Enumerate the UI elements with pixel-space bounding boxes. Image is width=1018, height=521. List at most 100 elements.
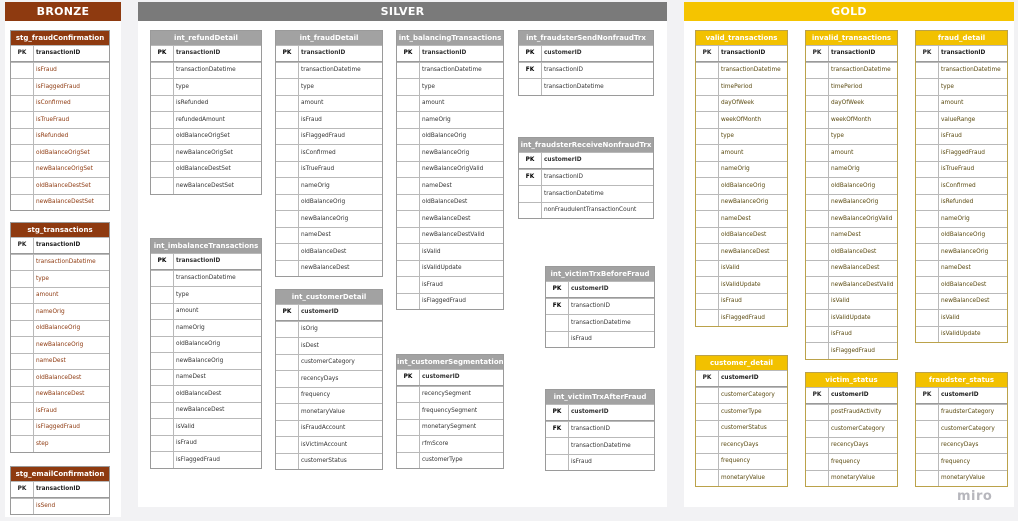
column-row: nameDest — [696, 210, 787, 227]
field-name: isOrig — [298, 321, 382, 337]
column-row: frequency — [696, 452, 787, 469]
column-row: oldBalanceDest — [397, 193, 503, 210]
field-name: amount — [718, 145, 787, 161]
column-row: isValid — [806, 292, 897, 309]
column-row: oldBalanceDest — [151, 385, 261, 402]
primary-key-row: PK transactionID — [276, 45, 382, 62]
column-row: nameDest — [397, 177, 503, 194]
field-name: weekOfMonth — [718, 112, 787, 128]
table-victim-status: victim_status PK customerID postFraudActivi… — [805, 372, 898, 487]
column-row: transactionDatetime — [696, 61, 787, 78]
column-row: recencySegment — [397, 385, 503, 402]
bronze-zone-title: BRONZE — [5, 2, 121, 21]
field-name: newBalanceOrigSet — [173, 145, 261, 161]
field-name: oldBalanceDest — [298, 244, 382, 260]
key-label: PK — [525, 157, 535, 164]
table-title: int_fraudsterSendNonfraudTrx — [519, 31, 653, 45]
field-name: transactionID — [173, 254, 261, 269]
field-name: postFraudActivity — [828, 404, 897, 420]
column-row: monetarySegment — [397, 418, 503, 435]
column-row: weekOfMonth — [696, 111, 787, 128]
field-name: monetaryValue — [298, 404, 382, 420]
column-row: type — [397, 78, 503, 95]
field-name: isValid — [718, 260, 787, 276]
column-row: monetaryValue — [806, 469, 897, 486]
field-name: isFlaggedFraud — [298, 128, 382, 144]
column-row: nameOrig — [151, 319, 261, 336]
field-name: isTrueFraud — [938, 161, 1007, 177]
table-int-customersegmentation: int_customerSegmentation PK customerID rece… — [396, 354, 504, 469]
field-name: isFraud — [828, 326, 897, 342]
field-name: isFlaggedFraud — [718, 310, 787, 326]
primary-key-row: PK customerID — [916, 387, 1007, 404]
field-name: customerID — [541, 46, 653, 61]
column-row: isFlaggedFraud — [397, 292, 503, 309]
field-name: nameDest — [173, 369, 261, 385]
column-row: newBalanceDestSet — [151, 177, 261, 194]
column-row: postFraudActivity — [806, 403, 897, 420]
key-label: PK — [282, 50, 292, 57]
column-row: newBalanceDestValid — [806, 276, 897, 293]
column-row: oldBalanceDest — [806, 243, 897, 260]
field-name: customerStatus — [718, 420, 787, 436]
field-name: newBalanceOrig — [718, 194, 787, 210]
field-name: oldBalanceOrig — [718, 178, 787, 194]
column-row: isFlaggedFraud — [696, 309, 787, 326]
column-row: recencyDays — [696, 436, 787, 453]
field-name: transactionID — [173, 46, 261, 61]
column-row: customerStatus — [696, 419, 787, 436]
column-row: newBalanceDest — [11, 385, 109, 402]
field-name: type — [938, 79, 1007, 95]
field-name: frequency — [718, 453, 787, 469]
table-title: int_customerDetail — [276, 290, 382, 304]
column-row: isConfirmed — [11, 94, 109, 111]
field-name: newBalanceDest — [419, 211, 503, 227]
table-int-fraudsterreceivenonfraudtrx: int_fraudsterReceiveNonfraudTrx PK custome… — [518, 137, 654, 219]
table-int-victimtrxbeforefraud: int_victimTrxBeforeFraud PK customerID FK tr… — [545, 266, 655, 348]
field-name: newBalanceDestSet — [33, 194, 109, 210]
field-name: oldBalanceOrigSet — [33, 145, 109, 161]
field-name: transactionID — [568, 421, 654, 437]
column-row: nameDest — [11, 352, 109, 369]
key-label: PK — [812, 50, 822, 57]
column-row: recencyDays — [916, 436, 1007, 453]
field-name: isFraud — [173, 435, 261, 451]
column-row: isOrig — [276, 320, 382, 337]
column-row: isFraudAccount — [276, 419, 382, 436]
field-name: oldBalanceDestSet — [173, 161, 261, 177]
field-name: recencyDays — [298, 371, 382, 387]
table-int-frauddetail: int_fraudDetail PK transactionID transactio… — [275, 30, 383, 277]
field-name: customerID — [568, 282, 654, 297]
column-row: transactionDatetime — [276, 61, 382, 78]
column-row: frequency — [806, 453, 897, 470]
key-label: PK — [157, 258, 167, 265]
column-row: recencyDays — [276, 370, 382, 387]
column-row: transactionDatetime — [806, 61, 897, 78]
miro-logo: miro — [957, 489, 993, 504]
column-row: customerCategory — [276, 353, 382, 370]
field-name: nameDest — [938, 260, 1007, 276]
column-row: newBalanceOrigValid — [397, 160, 503, 177]
field-name: recencySegment — [419, 386, 503, 402]
field-name: type — [298, 79, 382, 95]
table-valid-transactions: valid_transactions PK transactionID transac… — [695, 30, 788, 327]
column-row: step — [11, 435, 109, 452]
column-row: newBalanceOrigValid — [806, 210, 897, 227]
table-title: customer_detail — [696, 356, 787, 370]
field-name: newBalanceOrig — [419, 145, 503, 161]
field-name: newBalanceDestSet — [173, 178, 261, 194]
field-name: newBalanceOrig — [173, 353, 261, 369]
column-row: nameOrig — [11, 303, 109, 320]
field-name: amount — [828, 145, 897, 161]
column-row: type — [151, 78, 261, 95]
field-name: isFraud — [33, 403, 109, 419]
field-name: transactionID — [33, 46, 109, 61]
field-name: customerID — [298, 305, 382, 320]
field-name: type — [173, 287, 261, 303]
field-name: customerID — [938, 388, 1007, 403]
column-row: timePeriod — [806, 78, 897, 95]
column-row: isTrueFraud — [276, 160, 382, 177]
primary-key-row: PK transactionID — [806, 45, 897, 62]
column-row: oldBalanceOrigSet — [11, 144, 109, 161]
field-name: nameDest — [298, 227, 382, 243]
